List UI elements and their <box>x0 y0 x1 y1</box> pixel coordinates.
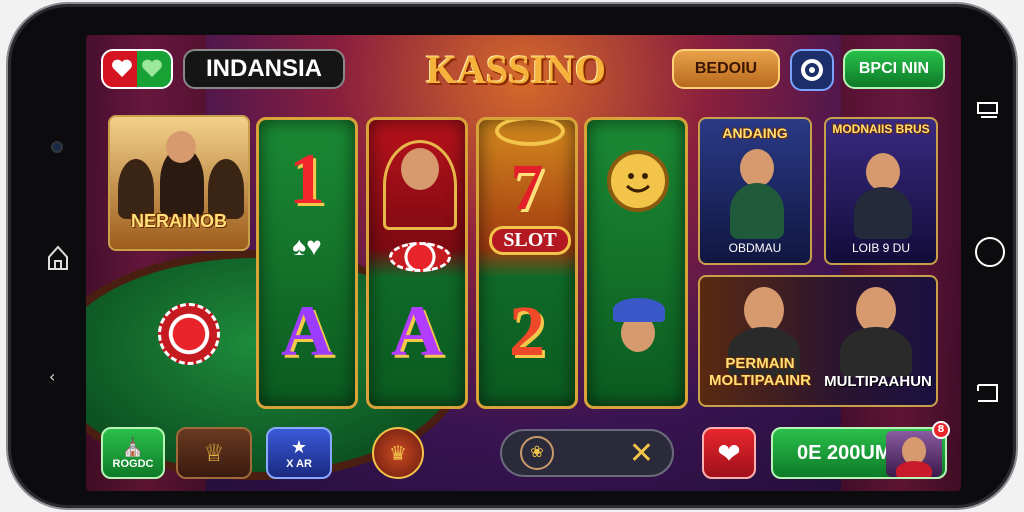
tournament-label: X AR <box>286 457 312 470</box>
dealer-head <box>166 131 196 163</box>
crown-ring <box>495 120 565 146</box>
dealer-figure-left <box>118 159 154 219</box>
poker-chip <box>158 303 220 365</box>
rewards-button[interactable]: ♕ <box>176 427 252 479</box>
host-head <box>740 149 774 187</box>
front-camera <box>51 141 63 153</box>
reel-2: A <box>366 117 468 409</box>
reel-3: 7 SLOT 2 <box>476 117 578 409</box>
card-label: OBDMAU <box>728 241 782 255</box>
star-icon: ★ <box>290 436 308 457</box>
banner-title: NERAINOB <box>130 211 227 231</box>
playing-card-icon: ♠♥ <box>292 232 322 261</box>
card-label: LOIB 9 DU <box>851 241 911 255</box>
heart-icon <box>112 59 162 77</box>
smile-icon <box>625 173 651 193</box>
gear-icon <box>801 59 823 81</box>
notification-badge: 8 <box>932 421 950 439</box>
back-icon[interactable]: ‹ <box>49 367 55 386</box>
host-head <box>866 153 900 191</box>
reel-symbol-a: A <box>281 291 333 371</box>
reel-symbol-one: 1 <box>289 139 325 219</box>
reel-1: 1 ♠♥ A <box>256 117 358 409</box>
home-circle-icon[interactable] <box>973 235 1007 269</box>
like-button[interactable]: ❤ <box>702 427 756 479</box>
player-figure-right <box>840 327 912 377</box>
multiplayer-card[interactable]: PERMAIN MOLTIPAAINR MULTIPAAHUN <box>698 275 938 407</box>
jester-hat <box>613 298 665 322</box>
close-icon[interactable]: ✕ <box>629 436 654 471</box>
phone-frame: ‹ INDANSIA KASSINO BEDOIU BPCI NIN NERAI… <box>8 4 1016 508</box>
avatar-body <box>896 461 932 477</box>
multiplayer-title-right: MULTIPAAHUN <box>824 373 932 390</box>
dealer-figure-right <box>208 159 244 219</box>
tournament-button[interactable]: ★ X AR <box>266 427 332 479</box>
favorite-toggle[interactable] <box>101 49 173 89</box>
host-figure <box>730 183 784 239</box>
lobby-label: ROGDC <box>112 457 154 470</box>
lobby-button[interactable]: ⛪ ROGDC <box>101 427 165 479</box>
spin-control-bar[interactable]: ❀ ✕ <box>500 429 674 477</box>
smiley-coin-icon <box>607 150 669 212</box>
reel-4 <box>584 117 688 409</box>
host-figure <box>854 187 912 239</box>
game-card-1[interactable]: ANDAING OBDMAU <box>698 117 812 265</box>
slot-badge: SLOT <box>489 226 571 255</box>
region-title[interactable]: INDANSIA <box>183 49 345 89</box>
game-card-2[interactable]: MODNAIIS BRUS LOIB 9 DU <box>824 117 938 265</box>
card-title: MODNAIIS BRUS <box>832 122 930 136</box>
shop-button[interactable]: ♛ <box>372 427 424 479</box>
left-game-banner[interactable]: NERAINOB <box>108 115 250 251</box>
bank-icon: ⛪ <box>121 436 145 457</box>
player-avatar[interactable] <box>886 431 942 477</box>
brain-icon[interactable]: ❀ <box>520 436 554 470</box>
win-amount-label: 0E 200UM <box>797 441 892 464</box>
crown-icon: ♛ <box>389 442 407 465</box>
queen-frame <box>383 140 457 230</box>
card-title: ANDAING <box>722 125 788 141</box>
heart-icon: ❤ <box>717 437 741 469</box>
home-icon[interactable] <box>47 245 69 271</box>
settings-button[interactable] <box>790 49 834 91</box>
chip-stack <box>389 242 451 272</box>
reel-symbol-a: A <box>391 291 443 371</box>
app-logo: KASSINO <box>425 46 607 92</box>
play-button[interactable]: BPCI NIN <box>843 49 945 89</box>
trophy-icon: ♕ <box>203 439 225 467</box>
multiplayer-title-left: PERMAIN MOLTIPAAINR <box>709 355 811 389</box>
recent-apps-icon[interactable] <box>975 99 1001 119</box>
game-screen: INDANSIA KASSINO BEDOIU BPCI NIN NERAINO… <box>86 35 961 491</box>
reel-symbol-two: 2 <box>509 291 545 371</box>
reel-symbol-seven: 7 <box>510 151 544 224</box>
bonus-button[interactable]: BEDOIU <box>672 49 780 89</box>
overview-icon[interactable] <box>975 381 1001 405</box>
